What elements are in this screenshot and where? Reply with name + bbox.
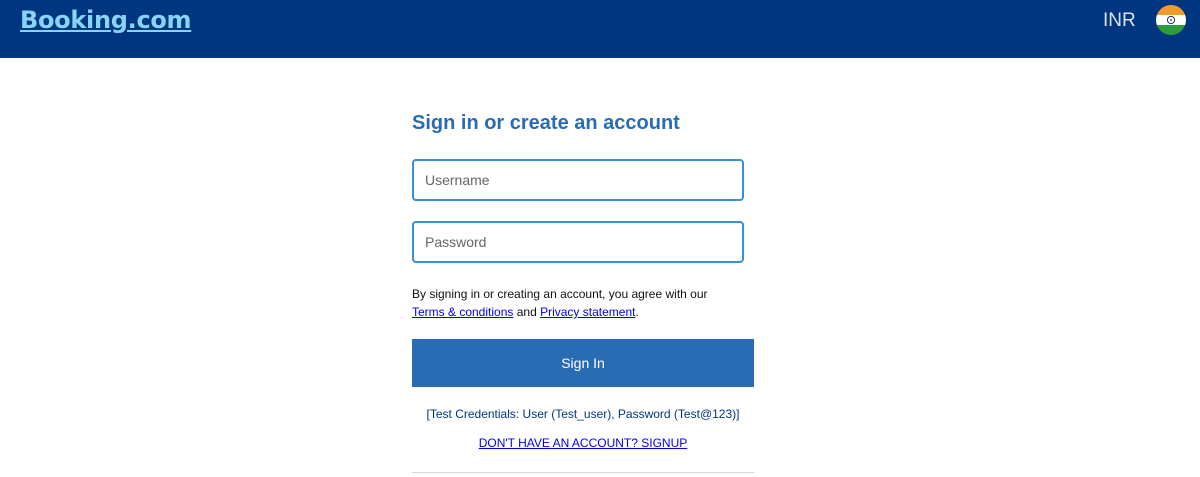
divider (412, 472, 754, 473)
terms-suffix-text: . (635, 305, 639, 319)
signin-button[interactable]: Sign In (412, 339, 754, 387)
username-input[interactable] (412, 159, 744, 201)
top-header: Booking.com INR (0, 0, 1200, 58)
password-input[interactable] (412, 221, 744, 263)
terms-conditions-link[interactable]: Terms & conditions (412, 305, 513, 319)
signup-link-wrapper: DON'T HAVE AN ACCOUNT? SIGNUP (412, 436, 754, 450)
india-flag-icon[interactable] (1156, 5, 1186, 35)
page-title: Sign in or create an account (412, 112, 680, 134)
terms-and-text: and (516, 305, 537, 319)
terms-prefix-text: By signing in or creating an account, yo… (412, 287, 708, 301)
booking-logo-link[interactable]: Booking.com (20, 6, 192, 34)
terms-notice: By signing in or creating an account, yo… (412, 285, 754, 321)
currency-selector[interactable]: INR (1103, 10, 1136, 32)
privacy-statement-link[interactable]: Privacy statement (540, 305, 635, 319)
signup-link[interactable]: DON'T HAVE AN ACCOUNT? SIGNUP (479, 436, 688, 450)
test-credentials-text: [Test Credentials: User (Test_user), Pas… (426, 407, 740, 421)
